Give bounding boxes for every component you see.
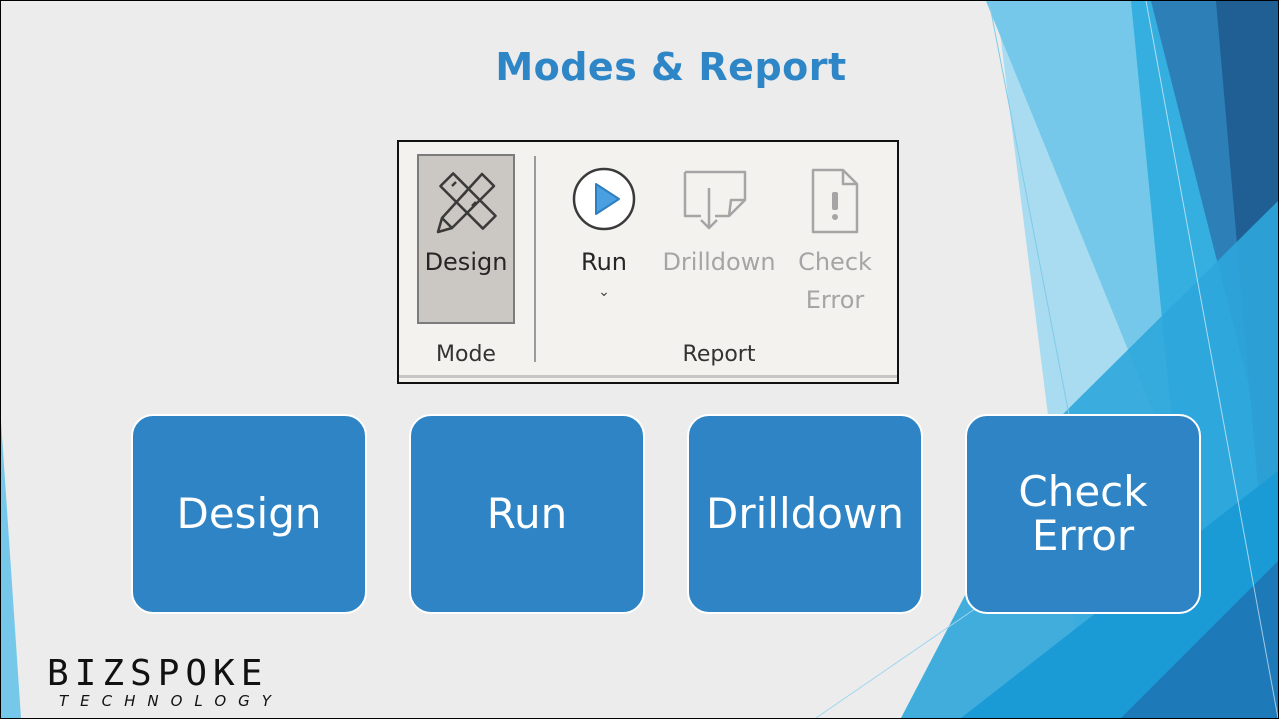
run-button-label: Run bbox=[580, 248, 628, 276]
bizspoke-logo: BIZSPOKE TECHNOLOGY bbox=[47, 653, 283, 711]
logo-sub-text: TECHNOLOGY bbox=[59, 692, 283, 710]
design-ruler-pencil-icon bbox=[436, 172, 497, 234]
drilldown-box-label: Drilldown bbox=[706, 489, 904, 538]
play-circle-icon bbox=[572, 167, 636, 231]
check-error-box-line2: Error bbox=[1031, 511, 1135, 560]
slide: Modes & Report Design Mode Run ⌄ Drilldo… bbox=[1, 1, 1278, 718]
report-group-label: Report bbox=[682, 342, 756, 367]
slide-title: Modes & Report bbox=[495, 45, 847, 89]
drilldown-box: Drilldown bbox=[687, 414, 923, 614]
ribbon-bottom-border bbox=[399, 375, 897, 378]
document-exclamation-icon bbox=[811, 168, 859, 234]
chevron-down-icon[interactable]: ⌄ bbox=[559, 284, 649, 300]
check-error-box-line1: Check bbox=[1018, 467, 1148, 516]
design-box: Design bbox=[131, 414, 367, 614]
drilldown-button-label: Drilldown bbox=[662, 248, 776, 276]
check-error-box: Check Error bbox=[965, 414, 1201, 614]
drilldown-button[interactable]: Drilldown bbox=[654, 166, 784, 306]
check-error-button[interactable]: Check Error bbox=[787, 166, 883, 326]
run-box: Run bbox=[409, 414, 645, 614]
run-box-label: Run bbox=[486, 489, 568, 538]
design-button-label: Design bbox=[424, 248, 508, 276]
design-mode-button[interactable]: Design bbox=[417, 154, 515, 324]
logo-main-text: BIZSPOKE bbox=[47, 653, 269, 694]
drilldown-arrow-icon bbox=[683, 170, 747, 230]
ribbon-screenshot: Design Mode Run ⌄ Drilldown Check Error … bbox=[397, 140, 899, 384]
run-button[interactable]: Run ⌄ bbox=[559, 166, 649, 306]
mode-group-label: Mode bbox=[436, 342, 496, 367]
check-error-label-line2: Error bbox=[805, 286, 865, 314]
design-box-label: Design bbox=[176, 489, 322, 538]
check-error-label-line1: Check bbox=[798, 248, 872, 276]
group-separator bbox=[534, 156, 536, 362]
